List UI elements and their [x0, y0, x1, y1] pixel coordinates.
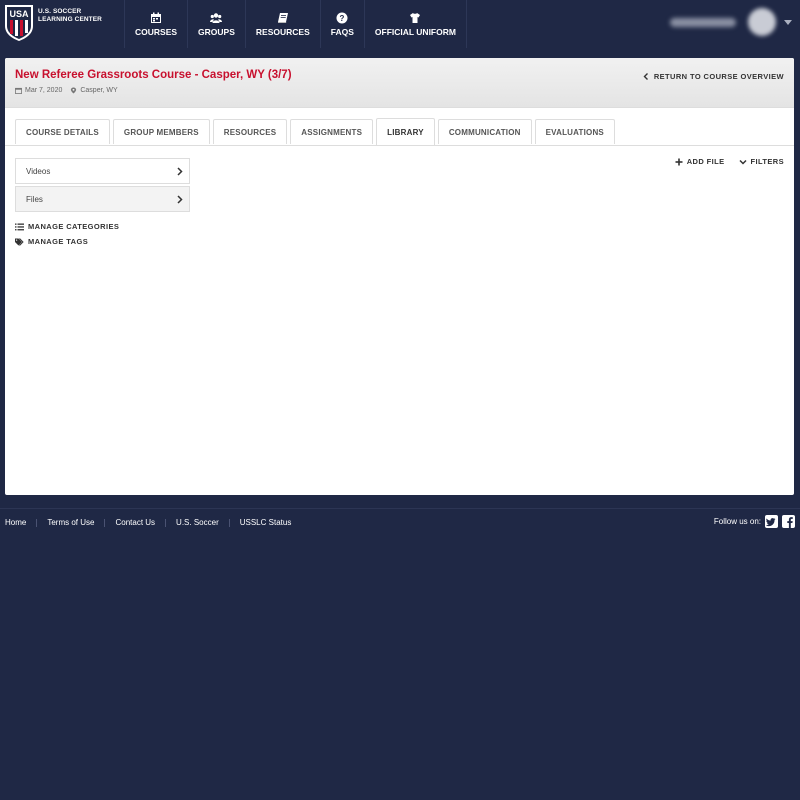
top-navbar: USA U.S. SOCCER LEARNING CENTER COURSES … [0, 0, 800, 48]
users-icon [210, 12, 223, 23]
chevron-right-icon [177, 194, 183, 204]
nav-groups[interactable]: GROUPS [187, 0, 245, 48]
return-label: RETURN TO COURSE OVERVIEW [653, 72, 784, 81]
footer-separator [165, 518, 167, 527]
course-location: Casper, WY [80, 87, 118, 94]
nav-official-uniform-label: OFFICIAL UNIFORM [374, 26, 456, 37]
add-file-label: ADD FILE [686, 157, 725, 166]
calendar-icon [15, 87, 22, 94]
library-actions: ADD FILE FILTERS [661, 157, 784, 166]
filters-label: FILTERS [750, 157, 784, 166]
course-header: New Referee Grassroots Course - Casper, … [5, 58, 794, 108]
nav-resources-label: RESOURCES [255, 26, 310, 37]
map-marker-icon [71, 87, 77, 94]
tab-group-members[interactable]: GROUP MEMBERS [112, 119, 210, 144]
follow-label: Follow us on: [713, 517, 761, 526]
calendar-icon [151, 12, 162, 23]
manage-categories-link[interactable]: MANAGE CATEGORIES [15, 222, 119, 231]
chevron-down-icon[interactable] [784, 20, 792, 25]
user-name-blurred [670, 17, 736, 27]
footer-links: Home Terms of Use Contact Us U.S. Soccer… [5, 518, 291, 527]
return-to-course-overview-link[interactable]: RETURN TO COURSE OVERVIEW [643, 72, 784, 81]
chevron-left-icon [643, 73, 648, 80]
library-menu-videos-label: Videos [26, 166, 51, 176]
manage-categories-label: MANAGE CATEGORIES [28, 222, 120, 231]
nav-groups-label: GROUPS [198, 26, 235, 37]
social-follow: Follow us on: [714, 515, 795, 528]
footer-link-terms[interactable]: Terms of Use [47, 518, 94, 527]
tags-icon [15, 237, 24, 246]
footer-separator [228, 518, 230, 527]
tab-assignments[interactable]: ASSIGNMENTS [290, 119, 374, 144]
chevron-right-icon [177, 166, 183, 176]
nav-official-uniform[interactable]: OFFICIAL UNIFORM [363, 0, 467, 48]
footer-link-contact[interactable]: Contact Us [115, 518, 155, 527]
question-circle-icon: ? [336, 12, 348, 23]
course-panel: New Referee Grassroots Course - Casper, … [5, 58, 794, 495]
manage-tags-link[interactable]: MANAGE TAGS [15, 237, 88, 246]
tab-communication[interactable]: COMMUNICATION [437, 119, 532, 144]
course-tabs: COURSE DETAILS GROUP MEMBERS RESOURCES A… [15, 118, 618, 145]
tab-evaluations[interactable]: EVALUATIONS [534, 119, 615, 144]
list-icon [15, 223, 24, 230]
svg-text:?: ? [340, 14, 345, 23]
library-menu-videos[interactable]: Videos [15, 158, 190, 184]
book-icon [277, 12, 288, 23]
filters-button[interactable]: FILTERS [738, 157, 785, 166]
nav-resources[interactable]: RESOURCES [244, 0, 320, 48]
footer-link-us-soccer[interactable]: U.S. Soccer [176, 518, 219, 527]
svg-text:USA: USA [9, 9, 29, 19]
brand-text: U.S. SOCCER LEARNING CENTER [38, 8, 102, 24]
page-title: New Referee Grassroots Course - Casper, … [15, 69, 292, 81]
add-file-button[interactable]: ADD FILE [675, 157, 725, 166]
chevron-down-icon [738, 159, 747, 165]
library-menu: Videos Files [15, 158, 190, 214]
nav-courses[interactable]: COURSES [124, 0, 187, 48]
footer-link-home[interactable]: Home [5, 518, 26, 527]
course-date: Mar 7, 2020 [25, 87, 63, 94]
footer-separator [104, 518, 106, 527]
library-menu-files-label: Files [26, 194, 43, 204]
brand-line1: U.S. SOCCER [38, 8, 82, 15]
tab-divider [5, 145, 794, 146]
tab-library[interactable]: LIBRARY [376, 118, 435, 145]
nav-faqs[interactable]: ? FAQS [319, 0, 364, 48]
manage-tags-label: MANAGE TAGS [28, 237, 89, 246]
brand-line2: LEARNING CENTER [38, 16, 102, 23]
course-meta: Mar 7, 2020 Casper, WY [15, 87, 118, 94]
footer-link-usslc-status[interactable]: USSLC Status [240, 518, 292, 527]
twitter-icon[interactable] [765, 515, 778, 528]
user-menu[interactable] [670, 8, 776, 36]
footer-separator [36, 518, 38, 527]
tab-resources[interactable]: RESOURCES [212, 119, 288, 144]
main-nav: COURSES GROUPS RESOURCES ? FAQS OFFICIAL… [124, 0, 467, 48]
tab-course-details[interactable]: COURSE DETAILS [15, 119, 110, 144]
nav-courses-label: COURSES [135, 26, 178, 37]
avatar [748, 8, 776, 36]
nav-faqs-label: FAQS [330, 26, 354, 37]
facebook-icon[interactable] [782, 515, 795, 528]
footer-divider [0, 508, 800, 509]
library-menu-files[interactable]: Files [15, 186, 190, 212]
logo[interactable]: USA U.S. SOCCER LEARNING CENTER [4, 4, 102, 42]
shirt-icon [410, 12, 421, 23]
plus-icon [675, 158, 683, 165]
us-soccer-crest-icon: USA [5, 5, 33, 41]
